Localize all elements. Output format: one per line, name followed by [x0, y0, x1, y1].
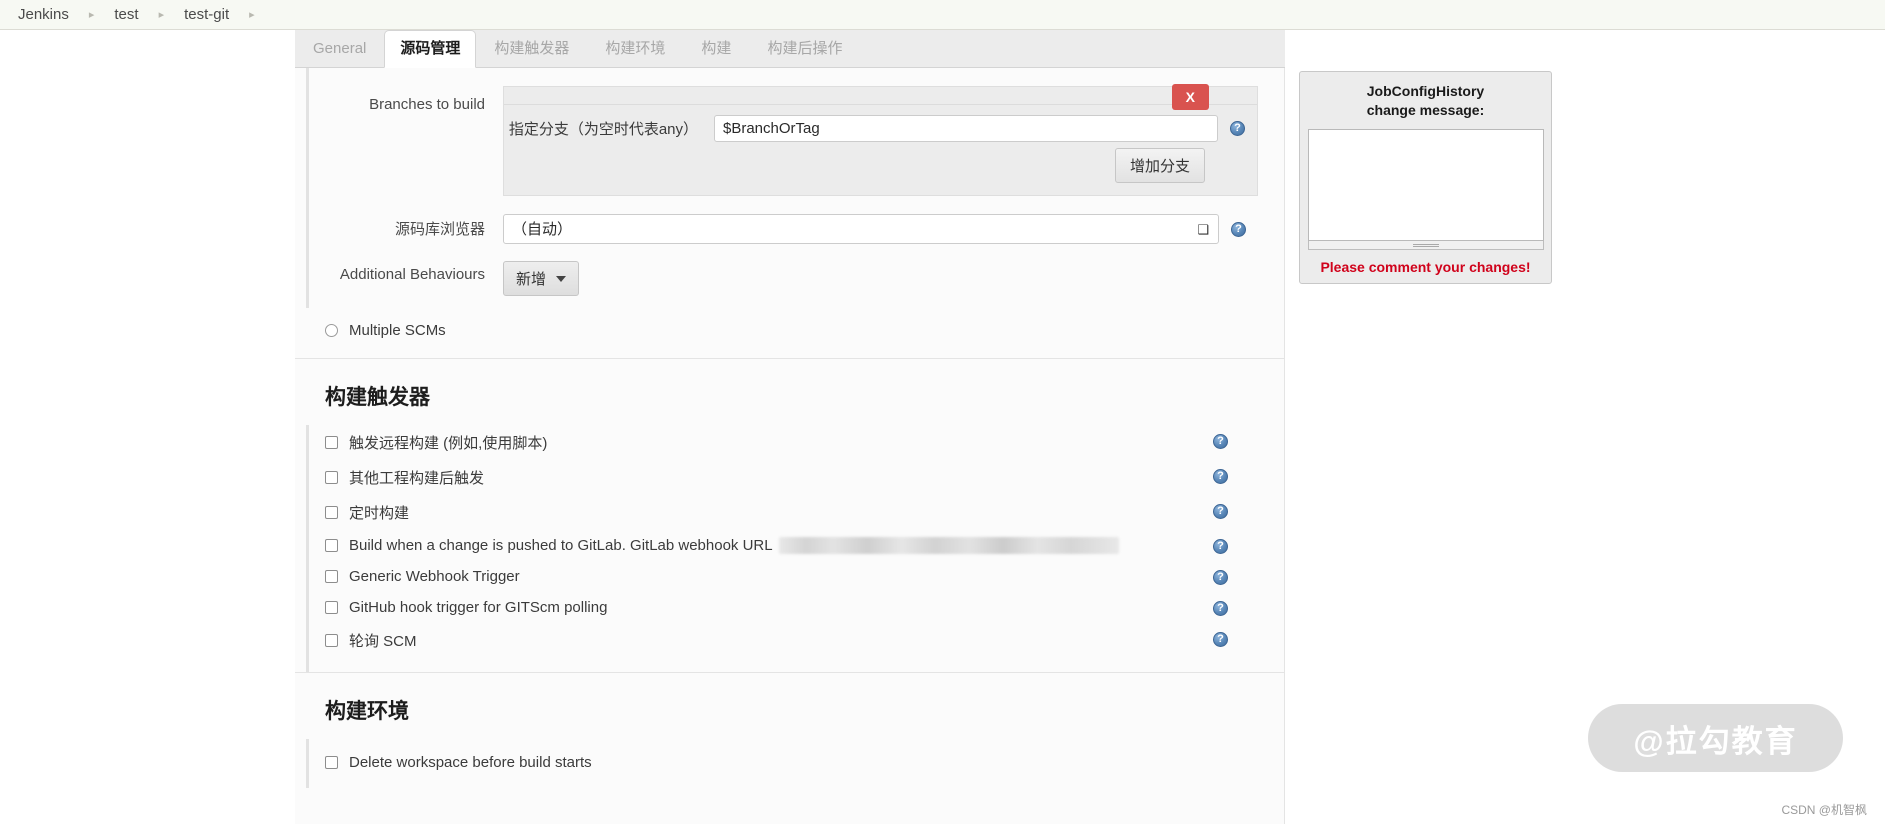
help-icon[interactable]: ? — [1213, 469, 1228, 484]
repository-browser-select[interactable]: （自动） — [503, 214, 1219, 244]
left-gutter — [0, 30, 295, 824]
add-behaviour-button[interactable]: 新增 — [503, 261, 580, 296]
option-label[interactable]: Build when a change is pushed to GitLab.… — [349, 537, 773, 554]
config-tab-bar: General 源码管理 构建触发器 构建环境 构建 构建后操作 — [295, 30, 1285, 68]
breadcrumb-item-test[interactable]: test — [110, 6, 142, 23]
breadcrumb-separator-icon: ▸ — [158, 9, 165, 21]
radio-multiple-scms[interactable] — [325, 324, 338, 337]
tab-post-build-actions[interactable]: 构建后操作 — [749, 30, 860, 68]
job-config-history-title-line1: JobConfigHistory — [1366, 83, 1485, 99]
help-icon[interactable]: ? — [1230, 121, 1245, 136]
tab-source-code-management[interactable]: 源码管理 — [384, 30, 477, 68]
setting-branches-to-build: Branches to build X 指定分支（为空时代表any） ? 增加分… — [295, 68, 1284, 196]
repository-browser-row: （自动） ❑ ? — [503, 208, 1258, 250]
watermark-corner: CSDN @机智枫 — [1781, 803, 1867, 817]
option-build-periodically[interactable]: 定时构建 ? — [325, 495, 1258, 530]
section-build-environment: 构建环境 — [295, 679, 1284, 739]
watermark-badge: @拉勾教育 — [1588, 704, 1843, 772]
breadcrumb-separator-icon: ▸ — [88, 9, 95, 21]
job-config-history-panel: JobConfigHistory change message: Please … — [1299, 71, 1552, 284]
section-title-build-triggers: 构建触发器 — [325, 386, 430, 409]
option-label[interactable]: Multiple SCMs — [349, 322, 446, 339]
help-icon[interactable]: ? — [1213, 504, 1228, 519]
page-body: General 源码管理 构建触发器 构建环境 构建 构建后操作 Branche… — [0, 30, 1885, 824]
section-rail-triggers — [306, 425, 309, 672]
branch-specifier-label: 指定分支（为空时代表any） — [508, 121, 698, 138]
option-github-hook-trigger[interactable]: GitHub hook trigger for GITScm polling ? — [325, 592, 1258, 623]
checkbox-generic-webhook-trigger[interactable] — [325, 570, 338, 583]
config-form: Branches to build X 指定分支（为空时代表any） ? 增加分… — [295, 68, 1285, 824]
option-label[interactable]: Generic Webhook Trigger — [349, 568, 520, 585]
change-message-textarea[interactable] — [1308, 129, 1544, 241]
redacted-webhook-url — [778, 537, 1119, 554]
option-gitlab-webhook-trigger[interactable]: Build when a change is pushed to GitLab.… — [325, 530, 1258, 561]
additional-behaviours-row: 新增 — [503, 256, 1258, 301]
branch-specifier-input[interactable] — [714, 115, 1218, 142]
help-icon[interactable]: ? — [1213, 632, 1228, 647]
repository-browser-select-wrap: （自动） ❑ — [503, 214, 1219, 244]
help-icon[interactable]: ? — [1213, 570, 1228, 585]
checkbox-delete-workspace-before-build[interactable] — [325, 756, 338, 769]
section-build-triggers: 构建触发器 — [295, 365, 1284, 425]
section-title-build-environment: 构建环境 — [325, 700, 409, 723]
change-message-warning: Please comment your changes! — [1320, 259, 1531, 275]
delete-branch-button[interactable]: X — [1171, 84, 1209, 110]
breadcrumb-dropdown-icon[interactable]: ▸ — [233, 8, 271, 21]
breadcrumb-item-jenkins[interactable]: Jenkins — [14, 6, 73, 23]
add-branch-button[interactable]: 增加分支 — [1114, 148, 1205, 183]
branch-specifier-row: 指定分支（为空时代表any） ? — [504, 105, 1257, 148]
breadcrumb-item-test-git[interactable]: test-git — [180, 6, 233, 23]
section-rail-environment — [306, 739, 309, 788]
setting-repository-browser: 源码库浏览器 （自动） ❑ ? — [295, 196, 1284, 250]
repository-browser-label: 源码库浏览器 — [394, 221, 485, 238]
help-icon[interactable]: ? — [1213, 601, 1228, 616]
breadcrumb: Jenkins ▸ test ▸ test-git ▸ — [0, 0, 1885, 30]
option-delete-workspace-before-build[interactable]: Delete workspace before build starts — [325, 747, 1258, 778]
branch-block-header — [504, 87, 1257, 105]
option-label[interactable]: 触发远程构建 (例如,使用脚本) — [349, 432, 547, 453]
option-generic-webhook-trigger[interactable]: Generic Webhook Trigger ? — [325, 561, 1258, 592]
branch-add-row: 增加分支 — [504, 148, 1257, 195]
option-build-after-other-projects[interactable]: 其他工程构建后触发 ? — [325, 460, 1258, 495]
additional-behaviours-label: Additional Behaviours — [339, 266, 485, 283]
option-trigger-remote-build[interactable]: 触发远程构建 (例如,使用脚本) ? — [325, 425, 1258, 460]
branch-repeatable-block: X 指定分支（为空时代表any） ? 增加分支 — [503, 84, 1258, 196]
option-multiple-scms[interactable]: Multiple SCMs — [325, 315, 1258, 346]
watermark-badge-text: @拉勾教育 — [1633, 723, 1798, 759]
tab-general[interactable]: General — [295, 30, 384, 68]
build-environment-options: Delete workspace before build starts — [295, 739, 1284, 788]
checkbox-poll-scm[interactable] — [325, 634, 338, 647]
help-icon[interactable]: ? — [1213, 539, 1228, 554]
checkbox-build-periodically[interactable] — [325, 506, 338, 519]
help-icon[interactable]: ? — [1213, 434, 1228, 449]
tab-build-triggers[interactable]: 构建触发器 — [476, 30, 587, 68]
checkbox-github-hook-trigger[interactable] — [325, 601, 338, 614]
build-triggers-options: 触发远程构建 (例如,使用脚本) ? 其他工程构建后触发 ? 定时构建 ? Bu… — [295, 425, 1284, 673]
option-label[interactable]: 其他工程构建后触发 — [349, 467, 484, 488]
add-behaviour-label: 新增 — [516, 271, 547, 288]
option-label[interactable]: 定时构建 — [349, 502, 409, 523]
checkbox-build-after-other-projects[interactable] — [325, 471, 338, 484]
setting-additional-behaviours: Additional Behaviours 新增 — [295, 250, 1284, 301]
tab-build-environment[interactable]: 构建环境 — [587, 30, 683, 68]
section-rail-scm — [306, 68, 309, 308]
checkbox-trigger-remote-build[interactable] — [325, 436, 338, 449]
multiple-scms-container: Multiple SCMs — [295, 301, 1284, 359]
option-poll-scm[interactable]: 轮询 SCM ? — [325, 623, 1258, 658]
textarea-resize-handle[interactable] — [1308, 241, 1544, 250]
checkbox-gitlab-webhook-trigger[interactable] — [325, 539, 338, 552]
branches-to-build-label: Branches to build — [369, 96, 485, 113]
chevron-down-icon — [556, 275, 567, 282]
option-label[interactable]: 轮询 SCM — [349, 630, 417, 651]
job-config-history-title-line2: change message: — [1366, 102, 1485, 118]
tab-build[interactable]: 构建 — [683, 30, 749, 68]
option-label[interactable]: Delete workspace before build starts — [349, 754, 592, 771]
help-icon[interactable]: ? — [1231, 221, 1246, 237]
option-label[interactable]: GitHub hook trigger for GITScm polling — [349, 599, 607, 616]
